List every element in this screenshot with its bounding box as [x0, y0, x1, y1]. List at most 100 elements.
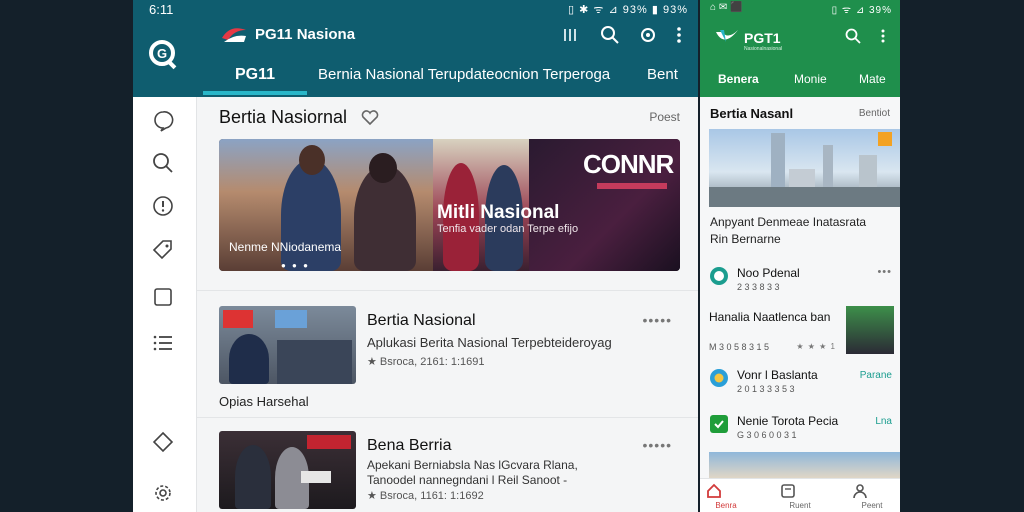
right-item-title: Vonr l Baslanta — [737, 368, 818, 382]
right-app-window: ⌂ ✉ ⬛ ▯ ᯤ ⊿ 39% PGT1 Nasionalnasional Be… — [700, 0, 900, 512]
active-tab-indicator — [203, 91, 307, 95]
right-hero-subtitle: Rin Bernarne — [710, 232, 781, 246]
diamond-icon[interactable] — [151, 430, 175, 454]
search-icon[interactable] — [600, 25, 620, 45]
settings-gear-icon[interactable] — [638, 25, 658, 45]
news-meta-text: Bsroca, 1161: 1:1692 — [379, 490, 484, 502]
right-section-more[interactable]: Bentiot — [859, 108, 890, 119]
news-list-item[interactable]: Bena Berria Apekani Berniabsla Nas lGcva… — [219, 431, 680, 511]
right-status-left: ⌂ ✉ ⬛ — [710, 2, 743, 13]
section-more-link[interactable]: Poest — [649, 110, 680, 124]
right-item-action[interactable]: Lna — [875, 416, 892, 427]
status-icons: ▯ ✱ ᯤ ⊿ 93% ▮ 93% — [568, 4, 688, 16]
right-item-action[interactable]: Parane — [860, 370, 892, 381]
right-item-rating: ★ ★ ★ 1 — [796, 342, 836, 351]
tab-pg11[interactable]: PG11 — [235, 66, 275, 84]
news-thumbnail — [219, 306, 356, 384]
right-status-icons: ▯ ᯤ ⊿ 39% — [831, 5, 892, 16]
right-item-meta: 2 0 1 3 3 3 5 3 — [737, 384, 795, 394]
section-title: Bertia Nasiornal — [219, 107, 348, 127]
right-bottom-thumbnail[interactable] — [709, 452, 900, 478]
hero-caption: Nenme NNiodanema — [229, 240, 342, 254]
news-description: Aplukasi Berita Nasional Terpebteideroya… — [367, 335, 612, 350]
globe-icon — [709, 266, 729, 286]
tag-icon[interactable] — [151, 238, 175, 262]
right-item-more-button[interactable]: ••• — [877, 266, 892, 278]
hero-accent-strip — [597, 183, 667, 189]
news-thumbnail — [219, 431, 356, 509]
hero-brand-text: CONNR — [583, 149, 674, 179]
right-item-meta: G 3 0 6 0 0 3 1 — [737, 430, 797, 440]
user-icon — [852, 483, 892, 499]
hero-carousel-card[interactable]: CONNR Mitli Nasional Tenfia vader odan T… — [219, 139, 680, 271]
news-more-button[interactable]: ••••• — [642, 437, 672, 453]
menu-lines-icon[interactable] — [560, 25, 580, 45]
rail-search-icon[interactable] — [151, 151, 175, 175]
carousel-dots[interactable]: ● ● ● — [281, 261, 310, 270]
tab-bent[interactable]: Bent — [647, 66, 678, 83]
right-brand-subtitle: Nasionalnasional — [744, 46, 783, 52]
list-icon[interactable] — [151, 331, 175, 355]
right-overflow-menu-icon[interactable] — [875, 28, 891, 44]
rail-settings-icon[interactable] — [151, 481, 175, 505]
news-footer-label: Opias Harsehal — [219, 394, 309, 409]
svg-text:G: G — [157, 46, 167, 61]
right-header: ⌂ ✉ ⬛ ▯ ᯤ ⊿ 39% PGT1 Nasionalnasional Be… — [700, 0, 900, 97]
heart-icon[interactable] — [361, 110, 379, 126]
right-hero-title: Anpyant Denmeae Inatasrata — [710, 215, 867, 229]
badge-icon — [709, 368, 729, 388]
hero-title: Mitli Nasional — [437, 202, 560, 223]
right-item-title: Nenie Torota Pecia — [737, 414, 839, 428]
hero-subtitle: Tenfia vader odan Terpe efijo — [437, 223, 579, 235]
right-tab-benera[interactable]: Benera — [718, 72, 759, 86]
news-list-item[interactable]: Bertia Nasional Aplukasi Berita Nasional… — [219, 306, 680, 416]
app-brand-title: PG11 Nasiona — [255, 26, 356, 43]
right-hero-image[interactable] — [709, 129, 900, 207]
nav-item-home[interactable]: Benra — [706, 483, 746, 510]
right-hero-badge — [878, 132, 892, 146]
brand-mark-icon — [220, 22, 248, 46]
square-icon[interactable] — [151, 285, 175, 309]
right-brand-title: PGT1 — [744, 30, 781, 46]
right-item-thumbnail — [846, 306, 894, 354]
nav-label: Peent — [861, 501, 883, 510]
right-item-meta: M 3 0 5 8 3 1 5 — [709, 342, 770, 352]
overflow-menu-icon[interactable] — [669, 25, 689, 45]
right-brand-logo-icon — [714, 26, 740, 50]
news-feed: Bertia Nasiornal Poest CONNR Mitli Nasio… — [197, 97, 698, 512]
feed-divider — [197, 290, 698, 291]
right-item-title: Noo Pdenal — [737, 266, 800, 280]
nav-item-profile[interactable]: Peent — [852, 483, 892, 510]
right-item-meta: 2 3 3 8 3 3 — [737, 282, 780, 292]
news-more-button[interactable]: ••••• — [642, 312, 672, 328]
right-section-title: Bertia Nasanl — [710, 106, 794, 121]
news-meta-text: Bsroca, 2161: 1:1691 — [379, 356, 485, 368]
status-time: 6:11 — [149, 2, 174, 17]
right-item-title: Hanalia Naatlenca ban — [709, 310, 831, 324]
nav-label: Ruent — [789, 501, 811, 510]
nav-item-recent[interactable]: Ruent — [780, 483, 820, 510]
news-meta: ★ Bsroca, 2161: 1:1691 — [367, 356, 485, 368]
news-description: Apekani Berniabsla Nas lGcvara Rlana, — [367, 458, 578, 472]
news-description-line2: Tanoodel nannegndani l Reil Sanoot - — [367, 473, 568, 487]
left-header: 6:11 ▯ ✱ ᯤ ⊿ 93% ▮ 93% G PG11 Nasiona PG… — [133, 0, 698, 97]
right-tab-mate[interactable]: Mate — [859, 72, 886, 86]
right-tab-monie[interactable]: Monie — [794, 72, 827, 86]
green-square-icon — [709, 414, 729, 434]
right-search-icon[interactable] — [845, 28, 861, 44]
news-title: Bertia Nasional — [367, 312, 476, 329]
home-icon — [706, 483, 746, 499]
document-icon — [780, 483, 820, 499]
info-alert-icon[interactable] — [151, 194, 175, 218]
nav-label: Benra — [715, 501, 737, 510]
bottom-navigation: Benra Ruent Peent — [700, 478, 900, 512]
left-status-bar: 6:11 ▯ ✱ ᯤ ⊿ 93% ▮ 93% — [133, 0, 698, 18]
tab-berita-nasional[interactable]: Bernia Nasional Terupdateocnion Terperog… — [318, 66, 610, 83]
feed-divider — [197, 417, 698, 418]
chat-bubble-icon[interactable] — [151, 109, 175, 133]
news-title: Bena Berria — [367, 437, 452, 454]
left-app-window: 6:11 ▯ ✱ ᯤ ⊿ 93% ▮ 93% G PG11 Nasiona PG… — [133, 0, 698, 512]
side-navigation-rail — [133, 97, 197, 512]
news-meta: ★ Bsroca, 1161: 1:1692 — [367, 490, 484, 502]
app-logo-icon[interactable]: G — [147, 38, 181, 72]
